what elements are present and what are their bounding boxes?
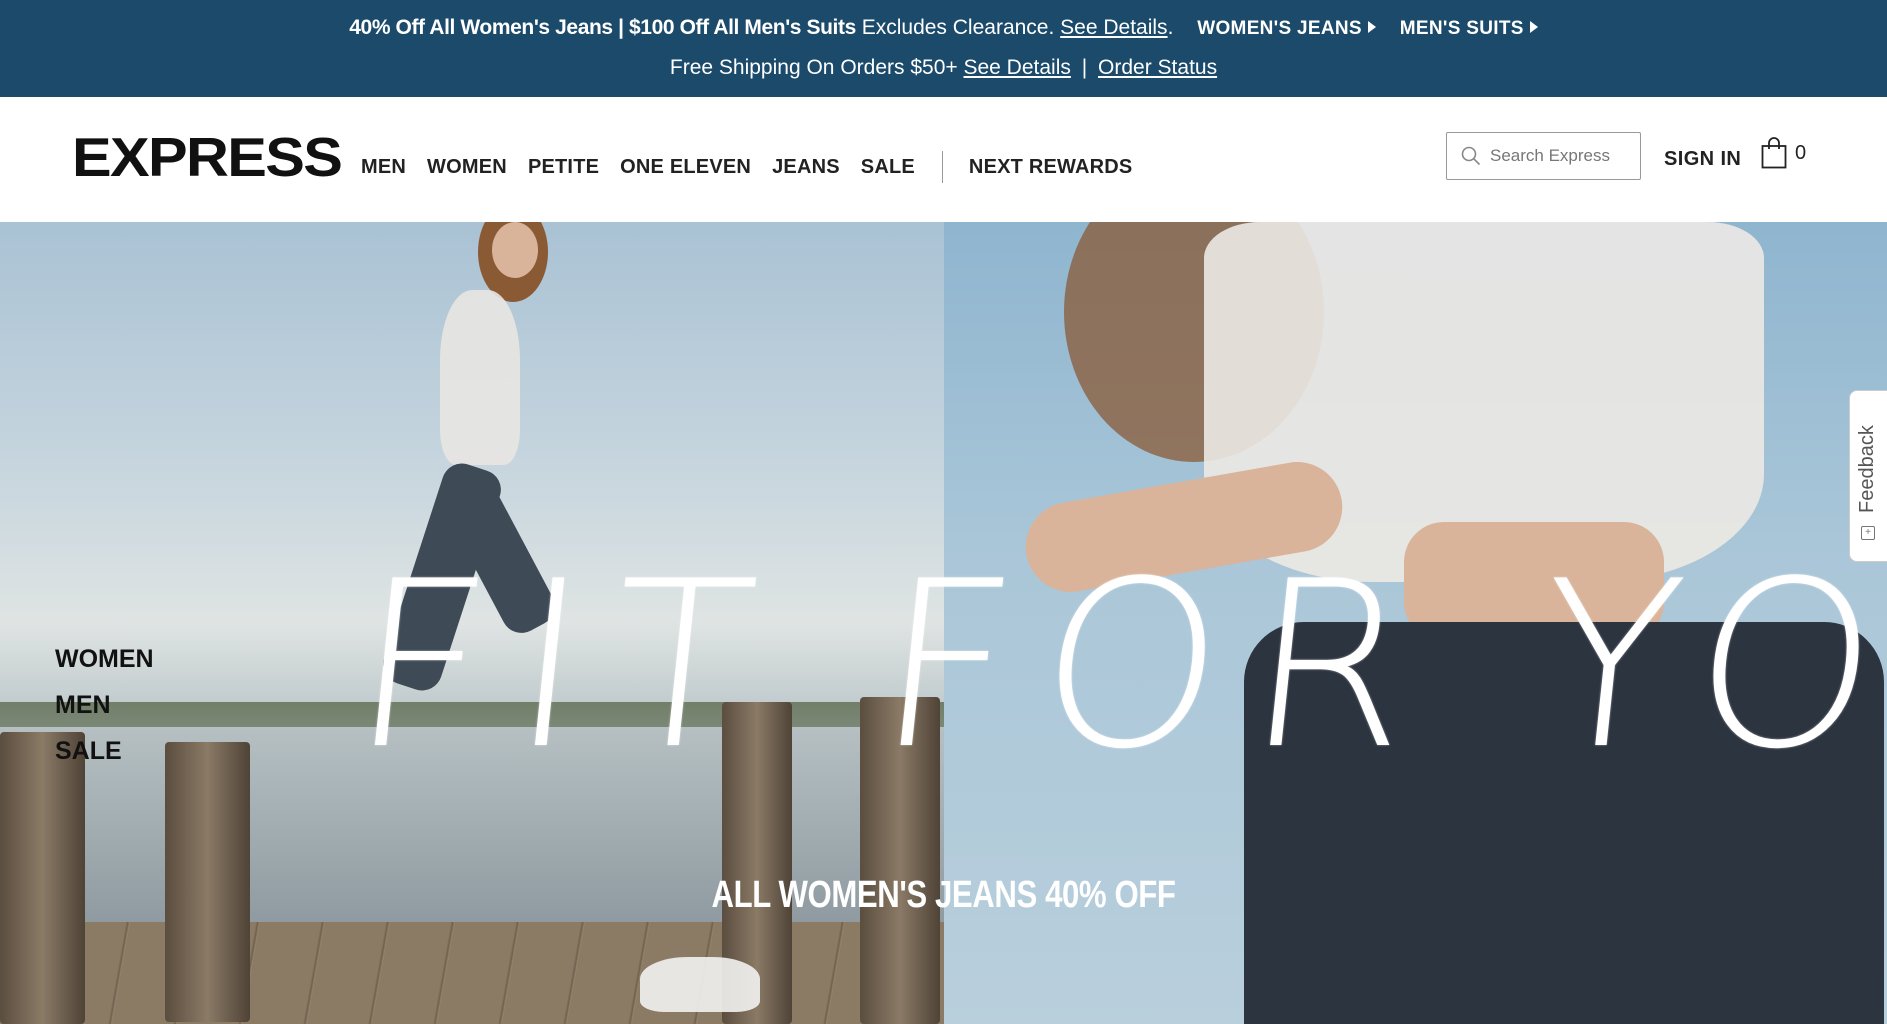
nav-men[interactable]: MEN bbox=[361, 156, 406, 179]
feedback-label: Feedback bbox=[1856, 425, 1878, 513]
nav-next-rewards[interactable]: NEXT REWARDS bbox=[969, 156, 1133, 179]
bag-count: 0 bbox=[1795, 141, 1807, 164]
express-logo[interactable]: EXPRESS bbox=[72, 125, 343, 189]
order-status-link[interactable]: Order Status bbox=[1098, 56, 1217, 79]
search-input[interactable] bbox=[1490, 146, 1630, 166]
hero-banner[interactable]: FIT FOR YOU ALL WOMEN'S JEANS 40% OFF WO… bbox=[0, 222, 1887, 1024]
promo-excludes: Excludes Clearance. bbox=[861, 16, 1055, 39]
hero-dock bbox=[0, 922, 944, 1024]
search-icon bbox=[1461, 146, 1481, 166]
hero-link-sale[interactable]: SALE bbox=[55, 737, 154, 766]
promo-period: . bbox=[1167, 16, 1174, 39]
hero-figure-top bbox=[440, 290, 520, 465]
nav-women[interactable]: WOMEN bbox=[427, 156, 507, 179]
nav-petite[interactable]: PETITE bbox=[528, 156, 599, 179]
womens-jeans-label: WOMEN'S JEANS bbox=[1197, 18, 1362, 39]
nav-jeans[interactable]: JEANS bbox=[772, 156, 840, 179]
nav-one-eleven[interactable]: ONE ELEVEN bbox=[620, 156, 751, 179]
hero-figure-face bbox=[492, 222, 538, 278]
hero-subtitle[interactable]: ALL WOMEN'S JEANS 40% OFF bbox=[170, 874, 1717, 917]
mens-suits-label: MEN'S SUITS bbox=[1399, 18, 1524, 39]
shopping-bag-icon bbox=[1761, 137, 1787, 169]
site-header: EXPRESS MEN WOMEN PETITE ONE ELEVEN JEAN… bbox=[0, 97, 1887, 222]
see-details-link[interactable]: See Details bbox=[1060, 16, 1167, 39]
hero-link-men[interactable]: MEN bbox=[55, 691, 154, 720]
promo-row-shipping: Free Shipping On Orders $50+ See Details… bbox=[0, 56, 1887, 80]
shipping-see-details-link[interactable]: See Details bbox=[963, 56, 1070, 79]
promo-separator: | bbox=[1081, 56, 1088, 79]
nav-sale[interactable]: SALE bbox=[861, 156, 915, 179]
nav-divider bbox=[941, 151, 943, 183]
shopping-bag-button[interactable]: 0 bbox=[1761, 137, 1806, 169]
promo-banner: 40% Off All Women's Jeans | $100 Off All… bbox=[0, 0, 1887, 97]
promo-row-offers: 40% Off All Women's Jeans | $100 Off All… bbox=[0, 16, 1887, 40]
search-box[interactable] bbox=[1446, 132, 1641, 180]
hero-sneakers bbox=[640, 957, 760, 1012]
caret-right-icon bbox=[1529, 21, 1538, 33]
caret-right-icon bbox=[1367, 21, 1376, 33]
hero-title: FIT FOR YOU bbox=[341, 533, 1887, 800]
main-nav: MEN WOMEN PETITE ONE ELEVEN JEANS SALE N… bbox=[361, 151, 1153, 183]
hero-link-women[interactable]: WOMEN bbox=[55, 645, 154, 674]
womens-jeans-link[interactable]: WOMEN'S JEANS bbox=[1197, 18, 1376, 39]
hero-side-links: WOMEN MEN SALE bbox=[55, 645, 154, 783]
promo-headline: 40% Off All Women's Jeans | $100 Off All… bbox=[349, 16, 856, 39]
feedback-icon: + bbox=[1861, 526, 1875, 540]
mens-suits-link[interactable]: MEN'S SUITS bbox=[1400, 18, 1538, 39]
feedback-tab[interactable]: Feedback + bbox=[1849, 390, 1887, 562]
sign-in-link[interactable]: SIGN IN bbox=[1664, 148, 1741, 171]
free-shipping-text: Free Shipping On Orders $50+ bbox=[669, 56, 958, 79]
